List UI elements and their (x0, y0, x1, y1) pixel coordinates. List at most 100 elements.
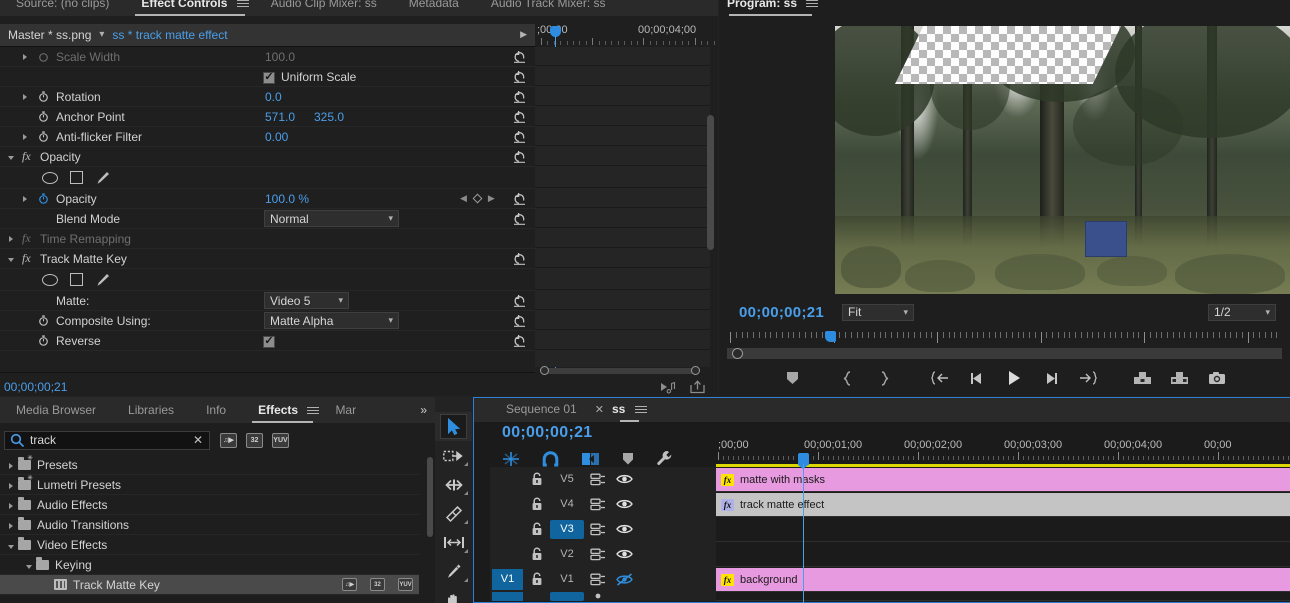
track-select-forward-tool[interactable] (435, 441, 472, 470)
caret-right-icon[interactable]: ▶ (520, 29, 527, 40)
effect-controls-vertical-scrollbar[interactable] (707, 115, 714, 250)
clear-search-icon[interactable]: ✕ (193, 433, 203, 447)
go-to-out-button[interactable] (1069, 363, 1106, 393)
effects-panel-menu-icon[interactable] (307, 405, 320, 416)
tab-effects[interactable]: Effects (242, 397, 323, 423)
magnet-icon[interactable] (542, 450, 559, 467)
reset-parameter-icon[interactable] (513, 294, 526, 307)
effects-tree-item-lumetri-presets[interactable]: Lumetri Presets (0, 474, 419, 495)
twirl-icon[interactable] (22, 558, 36, 572)
track-visibility-icon[interactable] (611, 473, 638, 485)
track-name-v3[interactable]: V3 (550, 519, 584, 539)
select-blend-mode[interactable]: Normal ▾ (264, 210, 399, 227)
reset-parameter-icon[interactable] (513, 90, 526, 103)
param-row-composite-using[interactable]: Composite Using: Matte Alpha ▾ (0, 311, 535, 331)
add-marker-button[interactable] (774, 363, 811, 393)
effects-scrollbar[interactable] (427, 457, 433, 537)
param-row-matte[interactable]: Matte: Video 5 ▾ (0, 291, 535, 311)
param-row-scale-width[interactable]: Scale Width 100.0 (0, 47, 535, 67)
effects-search-box[interactable]: ✕ (4, 430, 210, 450)
timeline-settings-icon[interactable] (656, 450, 673, 467)
effects-tree-item-keying[interactable]: Keying (0, 555, 419, 575)
param-row-track-matte-key[interactable]: fx Track Matte Key (0, 249, 535, 269)
reset-parameter-icon[interactable] (513, 130, 526, 143)
track-lock-icon[interactable] (523, 472, 550, 486)
select-matte[interactable]: Video 5 ▾ (264, 292, 349, 309)
tab-metadata[interactable]: Metadata (393, 0, 475, 16)
create-rectangle-mask-icon[interactable] (70, 171, 83, 184)
twirl-icon[interactable] (4, 498, 18, 512)
program-zoom-bar[interactable] (727, 348, 1282, 359)
keyframe-lane[interactable] (535, 291, 710, 310)
checkbox-reverse[interactable]: ✓ (263, 333, 275, 348)
panel-menu-icon[interactable] (236, 0, 249, 9)
select-composite-using[interactable]: Matte Alpha ▾ (264, 312, 399, 329)
tab-source[interactable]: Source: (no clips) (0, 0, 125, 16)
extract-button[interactable] (1161, 363, 1198, 393)
yuv-icon[interactable]: YUV (272, 432, 289, 448)
tab-media-browser[interactable]: Media Browser (0, 397, 112, 423)
tab-markers[interactable]: Mar (323, 397, 372, 423)
reset-parameter-icon[interactable] (513, 314, 526, 327)
sync-lock-icon[interactable] (584, 473, 611, 486)
reset-parameter-icon[interactable] (513, 212, 526, 225)
close-icon[interactable]: ✕ (595, 403, 604, 416)
track-lock-icon[interactable] (523, 572, 550, 586)
scrollbar-right-handle[interactable] (691, 366, 700, 375)
source-patch-v2[interactable] (492, 544, 523, 565)
param-row-uniform-scale[interactable]: ✓ Uniform Scale (0, 67, 535, 87)
linked-selection-icon[interactable] (581, 451, 600, 467)
accelerated-icon[interactable]: ♫▶ (220, 432, 237, 448)
search-input[interactable] (30, 433, 185, 447)
create-bezier-mask-icon[interactable] (95, 273, 110, 287)
slip-tool[interactable] (435, 528, 472, 557)
param-row-anti-flicker-filter[interactable]: Anti-flicker Filter 0.00 (0, 127, 535, 147)
effects-tree-item-track-matte-key[interactable]: Track Matte Key ♫▶ 32 YUV (0, 575, 419, 595)
chevron-down-icon[interactable]: ▾ (99, 29, 104, 40)
keyframe-lanes[interactable] (535, 47, 710, 367)
track-visibility-icon[interactable] (611, 572, 638, 586)
mute-icon[interactable] (584, 593, 611, 600)
scrollbar-left-handle[interactable] (540, 366, 549, 375)
keyframe-navigator[interactable]: ◀ ▶ (460, 193, 495, 204)
track-name-v2[interactable]: V2 (550, 548, 584, 560)
reset-parameter-icon[interactable] (513, 150, 526, 163)
param-row-opacity[interactable]: fx Opacity (0, 147, 535, 167)
sync-lock-icon[interactable] (584, 548, 611, 561)
mark-in-button[interactable] (829, 363, 866, 393)
track-name-v1[interactable]: V1 (550, 573, 584, 585)
keyframe-lane[interactable] (535, 331, 710, 350)
sync-lock-icon[interactable] (584, 523, 611, 536)
keyframe-lane[interactable] (535, 47, 710, 66)
track-visibility-icon[interactable] (611, 498, 638, 510)
track-name-v5[interactable]: V5 (550, 473, 584, 485)
program-panel-menu-icon[interactable] (806, 0, 819, 9)
mark-out-button[interactable] (866, 363, 903, 393)
reset-parameter-icon[interactable] (513, 334, 526, 347)
create-bezier-mask-icon[interactable] (95, 171, 110, 185)
effect-controls-timecode[interactable]: 00;00;00;21 (4, 380, 67, 394)
track-lock-icon[interactable] (523, 522, 550, 536)
checkbox-uniform-scale[interactable]: ✓ (263, 69, 275, 84)
param-row-opacity[interactable]: Opacity 100.0 % ◀ ▶ (0, 189, 535, 209)
effects-tree-item-audio-effects[interactable]: Audio Effects (0, 495, 419, 515)
snap-in-timeline-icon[interactable] (502, 451, 520, 467)
keyframe-lane[interactable] (535, 127, 710, 146)
tab-audio-track-mixer[interactable]: Audio Track Mixer: ss (475, 0, 622, 16)
tab-program-ss[interactable]: Program: ss (719, 0, 822, 16)
selection-tool[interactable] (435, 412, 472, 441)
playback-resolution-select[interactable]: 1/2 ▾ (1208, 303, 1276, 321)
ripple-edit-tool[interactable] (435, 470, 472, 499)
timeline-timecode[interactable]: 00;00;00;21 (502, 424, 592, 442)
tab-sequence-01[interactable]: Sequence 01 (502, 396, 581, 422)
twirl-icon[interactable] (4, 518, 18, 532)
32-bit-icon[interactable]: 32 (246, 432, 263, 448)
add-marker-icon[interactable] (622, 452, 634, 466)
keyframe-lane[interactable] (535, 311, 710, 330)
param-row-anchor-point[interactable]: Anchor Point 571.0 325.0 (0, 107, 535, 127)
zoom-level-select[interactable]: Fit ▾ (842, 303, 915, 321)
program-playhead[interactable] (825, 331, 836, 342)
track-lock-icon[interactable] (523, 497, 550, 511)
keyframe-lane[interactable] (535, 67, 710, 86)
param-row-reverse[interactable]: ✓ Reverse (0, 331, 535, 351)
